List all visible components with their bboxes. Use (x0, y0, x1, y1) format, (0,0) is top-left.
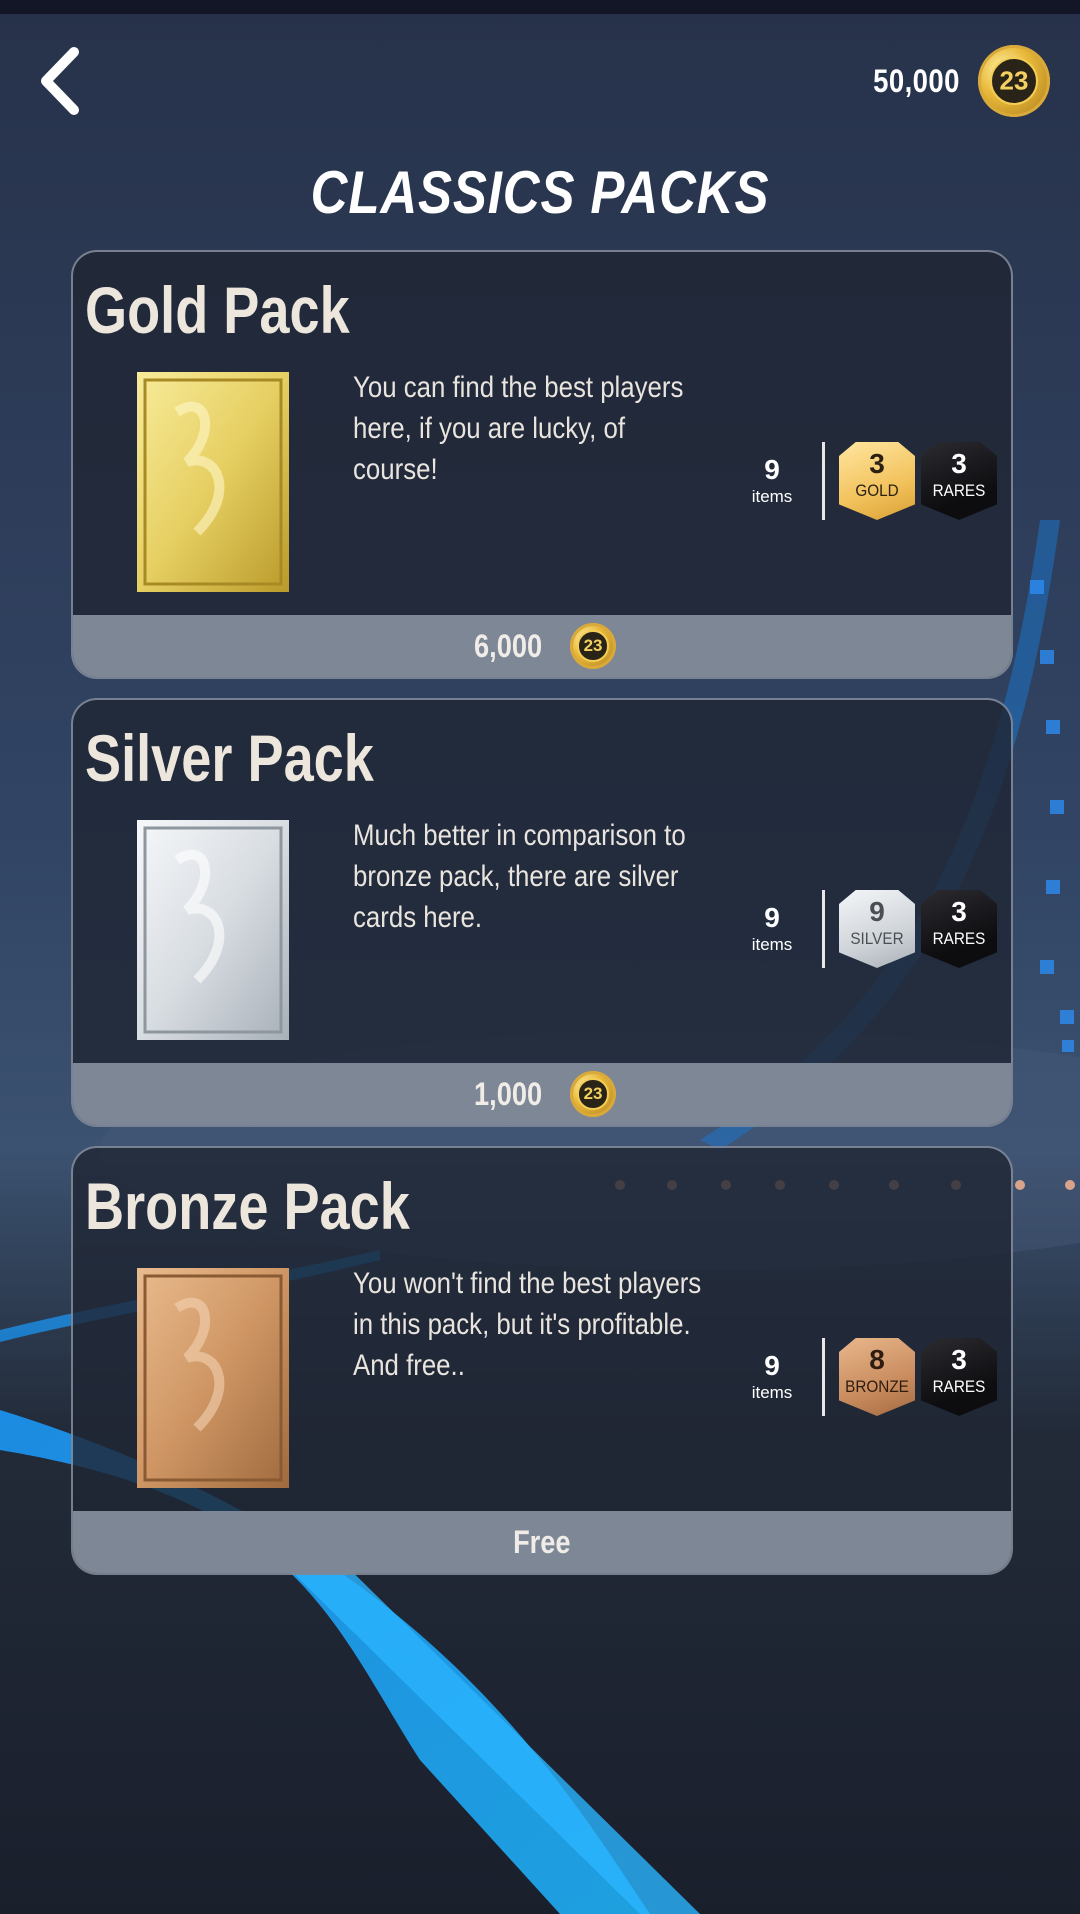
pack-stats: 9 items 3 GOLD 3 RARES (740, 442, 1003, 520)
coin-balance: 50,000 23 (859, 42, 1050, 120)
items-label: items (751, 1383, 793, 1402)
divider (822, 890, 825, 968)
bronze-count-badge: 8 BRONZE (839, 1338, 915, 1416)
silver-pack-image (137, 820, 289, 1040)
items-count: 9 (764, 454, 780, 485)
pack-title: Gold Pack (85, 273, 350, 347)
pack-stats: 9 items 9 SILVER 3 RARES (740, 890, 1003, 968)
pack-price: 6,000 (473, 627, 543, 664)
pack-description: You won't find the best players in this … (353, 1267, 702, 1382)
pack-card-bronze[interactable]: Bronze Pack You won't find the best play… (71, 1146, 1013, 1575)
status-bar (0, 0, 1080, 14)
pack-stats: 9 items 8 BRONZE 3 RARES (740, 1338, 1003, 1416)
buy-button[interactable]: 1,000 23 (73, 1063, 1011, 1125)
back-button[interactable] (34, 46, 90, 116)
pack-price: Free (513, 1523, 571, 1560)
coin-icon: 23 (570, 1071, 617, 1117)
pack-card-silver[interactable]: Silver Pack Much better in comparison to… (71, 698, 1013, 1127)
pack-card-gold[interactable]: Gold Pack You can find the best players … (71, 250, 1013, 679)
pack-price: 1,000 (473, 1075, 543, 1112)
rares-count-badge: 3 RARES (921, 1338, 997, 1416)
bronze-pack-image (137, 1268, 289, 1488)
items-count: 9 (764, 902, 780, 933)
buy-button[interactable]: 6,000 23 (73, 615, 1011, 677)
page-title: CLASSICS PACKS (310, 159, 770, 226)
claim-free-button[interactable]: Free (73, 1511, 1011, 1573)
rares-count-badge: 3 RARES (921, 442, 997, 520)
gold-pack-image (137, 372, 289, 592)
divider (822, 1338, 825, 1416)
items-count: 9 (764, 1350, 780, 1381)
silver-count-badge: 9 SILVER (839, 890, 915, 968)
pack-description: Much better in comparison to bronze pack… (353, 819, 686, 934)
items-count-box: 9 items (740, 1350, 804, 1404)
coin-icon: 23 (978, 45, 1050, 117)
rares-count-badge: 3 RARES (921, 890, 997, 968)
items-label: items (751, 935, 793, 954)
gold-count-badge: 3 GOLD (839, 442, 915, 520)
chevron-left-icon (41, 47, 79, 115)
items-count-box: 9 items (740, 454, 804, 508)
pack-title: Bronze Pack (85, 1169, 410, 1243)
pack-description: You can find the best players here, if y… (353, 371, 684, 486)
coin-balance-amount: 50,000 (873, 62, 960, 99)
pack-title: Silver Pack (85, 721, 374, 795)
items-label: items (751, 487, 793, 506)
coin-icon: 23 (570, 623, 617, 669)
divider (822, 442, 825, 520)
items-count-box: 9 items (740, 902, 804, 956)
